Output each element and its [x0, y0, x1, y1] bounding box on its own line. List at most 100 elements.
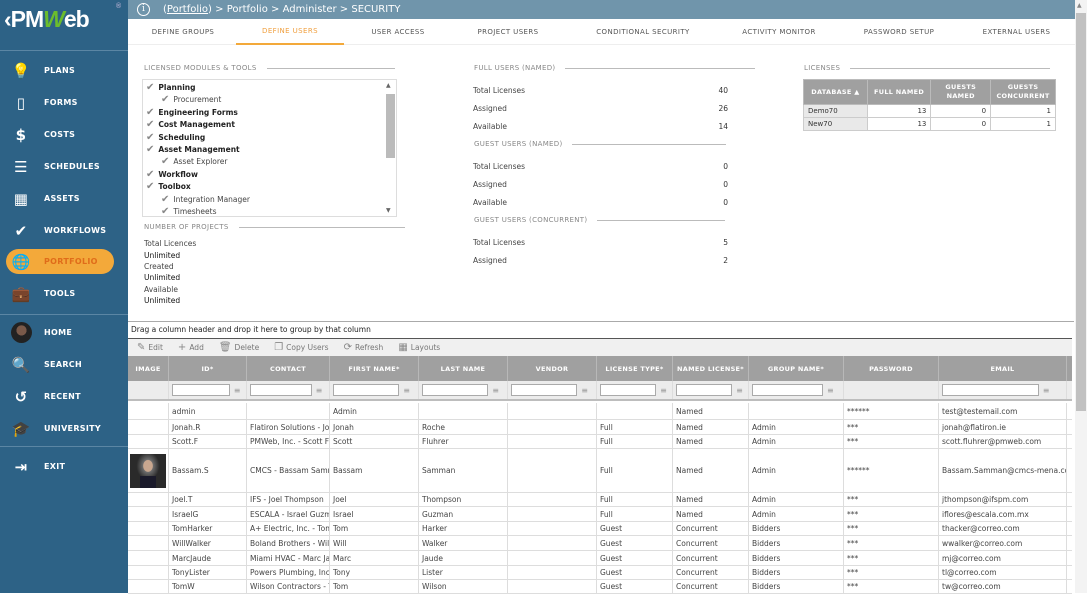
module-item[interactable]: ✔ Scheduling	[146, 132, 205, 143]
table-row[interactable]: Bassam.SCMCS - Bassam SammanBassamSamman…	[128, 449, 1072, 493]
refresh-button[interactable]: ⟳ Refresh	[344, 342, 384, 353]
pmweb-logo[interactable]: ‹PMWeb ®	[4, 3, 121, 36]
licenses-column-header[interactable]: DATABASE ▲	[803, 79, 868, 105]
page-scrollbar[interactable]: ▲	[1075, 0, 1087, 593]
table-row[interactable]: TonyListerPowers Plumbing, Inc. - Tony L…	[128, 566, 1072, 580]
column-header-id[interactable]: ID*	[169, 356, 247, 381]
column-header-license-type[interactable]: LICENSE TYPE*	[597, 356, 673, 381]
filter-icon[interactable]: ≡	[736, 386, 743, 395]
filter-icon[interactable]: ≡	[492, 386, 499, 395]
licenses-column-header[interactable]: FULL NAMED	[866, 79, 932, 105]
add-button[interactable]: + Add	[178, 342, 204, 353]
scroll-up-icon[interactable]: ▲	[1077, 2, 1082, 9]
column-filter-input[interactable]	[333, 384, 400, 396]
column-filter-input[interactable]	[676, 384, 733, 396]
licenses-row: Demo70 13 0 1	[803, 104, 1056, 118]
breadcrumb-link-portfolio[interactable]: Portfolio	[167, 4, 208, 15]
copy-users-button[interactable]: ❐ Copy Users	[274, 342, 328, 353]
module-item[interactable]: ✔ Asset Management	[146, 144, 240, 155]
tab-project-users[interactable]: PROJECT USERS	[448, 19, 568, 45]
table-row[interactable]: Jonah.RFlatiron Solutions - Jonah RocheJ…	[128, 420, 1072, 435]
info-icon[interactable]: i	[137, 3, 150, 16]
column-header-group-name[interactable]: GROUP NAME*	[749, 356, 844, 381]
column-filter-input[interactable]	[600, 384, 657, 396]
licensed-modules-list[interactable]: ✔ Planning ✔ Procurement ✔ Engineering Forms ✔…	[142, 79, 397, 217]
trash-icon: 🗑	[218, 342, 232, 353]
column-header-password[interactable]: PASSWORD	[844, 356, 939, 381]
sidebar-item-home[interactable]: HOME	[6, 320, 114, 345]
table-row[interactable]: IsraelGESCALA - Israel GuzmanIsraelGuzma…	[128, 507, 1072, 522]
scrollbar-thumb[interactable]	[1076, 13, 1086, 411]
column-header-first-name[interactable]: FIRST NAME*	[330, 356, 419, 381]
sidebar-item-portfolio[interactable]: 🌐 PORTFOLIO	[6, 249, 114, 274]
module-item[interactable]: ✔ Planning	[146, 82, 195, 93]
filter-icon[interactable]: ≡	[660, 386, 667, 395]
table-row[interactable]: admin Admin Named ****** test@testemail.com	[128, 403, 1072, 420]
filter-icon[interactable]: ≡	[316, 386, 323, 395]
tab-define-groups[interactable]: DEFINE GROUPS	[128, 19, 238, 45]
column-filter-input[interactable]	[942, 384, 1039, 396]
table-row[interactable]: WillWalkerBoland Brothers - Will WalkerW…	[128, 536, 1072, 551]
table-row[interactable]: MarcJaudeMiami HVAC - Marc JaudeMarcJaud…	[128, 551, 1072, 566]
scroll-down-icon[interactable]: ▼	[386, 207, 391, 214]
filter-icon[interactable]: ≡	[403, 386, 410, 395]
table-row[interactable]: Joel.T IFS - Joel Thompson Joel Thompson Ful…	[128, 493, 1072, 507]
layouts-button[interactable]: ▦ Layouts	[398, 342, 440, 353]
delete-button[interactable]: 🗑 Delete	[219, 342, 259, 353]
sidebar-item-search[interactable]: 🔍 SEARCH	[6, 352, 114, 377]
sidebar-item-tools[interactable]: 💼 TOOLS	[6, 281, 114, 306]
module-item[interactable]: ✔ Workflow	[146, 169, 198, 180]
column-header-contact[interactable]: CONTACT	[247, 356, 330, 381]
tab-conditional-security[interactable]: CONDITIONAL SECURITY	[568, 19, 718, 45]
sidebar-item-plans[interactable]: 💡 PLANS	[6, 58, 114, 83]
sidebar-item-schedules[interactable]: ☰ SCHEDULES	[6, 154, 114, 179]
licenses-column-header[interactable]: GUESTS NAMED	[930, 79, 992, 105]
tab-define-users[interactable]: DEFINE USERS	[236, 19, 344, 45]
column-header-vendor[interactable]: VENDOR	[508, 356, 597, 381]
column-header-named-license[interactable]: NAMED LICENSE*	[673, 356, 749, 381]
licenses-column-header[interactable]: GUESTS CONCURRENT	[990, 79, 1056, 105]
column-filter-input[interactable]	[250, 384, 312, 396]
group-by-drop-zone[interactable]: Drag a column header and drop it here to…	[131, 325, 371, 334]
column-header-last-name[interactable]: LAST NAME	[419, 356, 508, 381]
sidebar-item-exit[interactable]: ⇥ EXIT	[6, 454, 114, 479]
sidebar-item-university[interactable]: 🎓 UNIVERSITY	[6, 416, 114, 441]
cell-id: Bassam.S	[169, 449, 247, 492]
scroll-up-icon[interactable]: ▲	[386, 82, 391, 89]
module-item[interactable]: ✔ Timesheets	[161, 206, 216, 216]
sidebar-item-forms[interactable]: ▯ FORMS	[6, 90, 114, 115]
table-row[interactable]: TomWWilson Contractors - Tom WilsonTomWi…	[128, 580, 1072, 594]
table-row[interactable]: Scott.FPMWeb, Inc. - Scott FluhrerScottF…	[128, 435, 1072, 449]
module-item[interactable]: ✔ Asset Explorer	[161, 156, 228, 167]
filter-icon[interactable]: ≡	[581, 386, 588, 395]
module-item[interactable]: ✔ Toolbox	[146, 181, 191, 192]
sidebar-item-workflows[interactable]: ✔ WORKFLOWS	[6, 218, 114, 243]
module-item[interactable]: ✔ Engineering Forms	[146, 107, 238, 118]
tab-external-users[interactable]: EXTERNAL USERS	[958, 19, 1075, 45]
sidebar-item-recent[interactable]: ↺ RECENT	[6, 384, 114, 409]
edit-button[interactable]: ✎ Edit	[137, 342, 163, 353]
tab-user-access[interactable]: USER ACCESS	[348, 19, 448, 45]
filter-icon[interactable]: ≡	[234, 386, 241, 395]
module-item[interactable]: ✔ Cost Management	[146, 119, 235, 130]
module-item[interactable]: ✔ Integration Manager	[161, 194, 250, 205]
filter-icon[interactable]: ≡	[827, 386, 834, 395]
module-item[interactable]: ✔ Procurement	[161, 94, 221, 105]
back-caret-icon[interactable]: ‹	[4, 6, 12, 32]
column-header-email[interactable]: EMAIL	[939, 356, 1067, 381]
scrollbar-thumb[interactable]	[386, 94, 395, 158]
cell-last-name: Roche	[419, 420, 508, 434]
sidebar-item-assets[interactable]: ▦ ASSETS	[6, 186, 114, 211]
table-row[interactable]: TomHarkerA+ Electric, Inc. - Tom HarkerT…	[128, 522, 1072, 536]
tab-activity-monitor[interactable]: ACTIVITY MONITOR	[718, 19, 840, 45]
tab-password-setup[interactable]: PASSWORD SETUP	[840, 19, 958, 45]
column-filter-input[interactable]	[172, 384, 230, 396]
filter-icon[interactable]: ≡	[1043, 386, 1050, 395]
column-filter-input[interactable]	[422, 384, 489, 396]
modules-scrollbar[interactable]: ▲ ▼	[384, 80, 396, 216]
column-filter-input[interactable]	[511, 384, 578, 396]
cell-license-type	[597, 403, 673, 419]
column-filter-input[interactable]	[752, 384, 823, 396]
sidebar-item-costs[interactable]: $ COSTS	[6, 122, 114, 147]
column-header-image[interactable]: IMAGE	[128, 356, 169, 381]
